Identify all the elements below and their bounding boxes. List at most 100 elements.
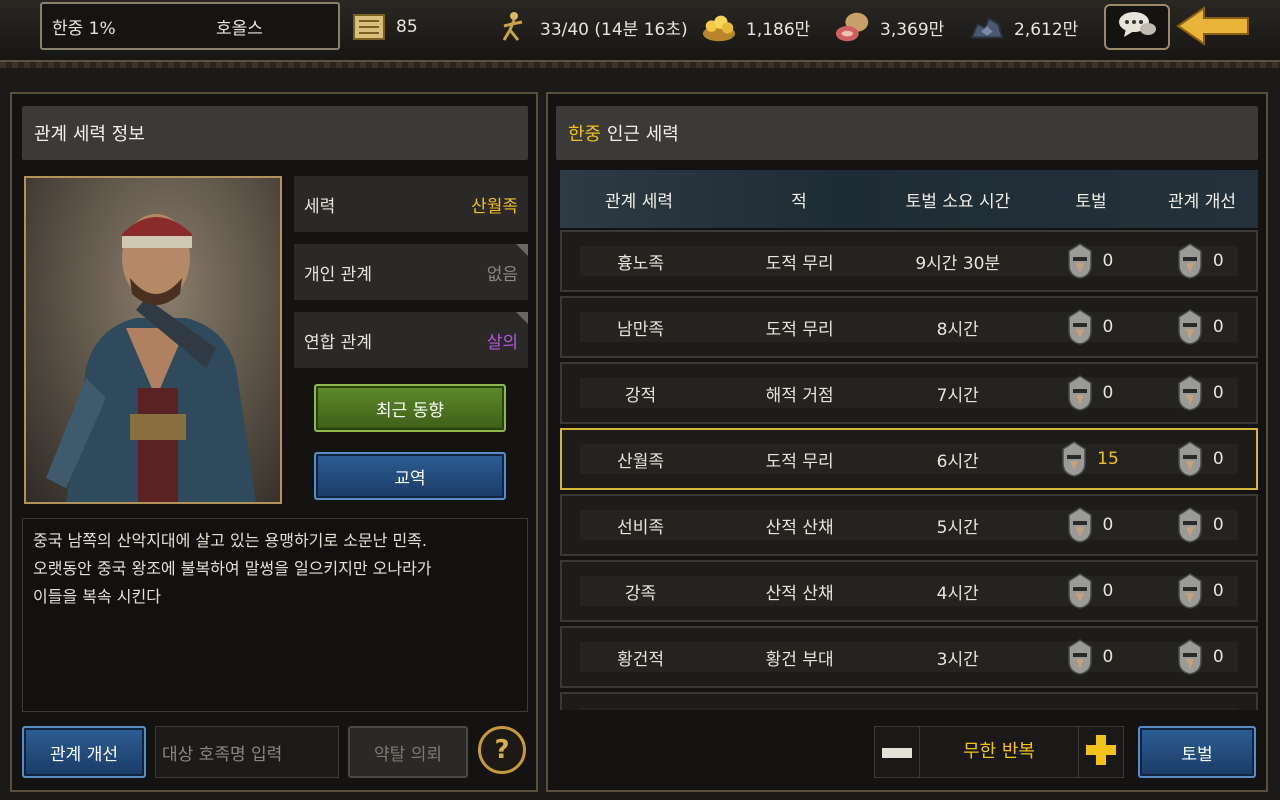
subjugate-count: 0 xyxy=(1102,647,1114,667)
row-improve: 0 xyxy=(1145,573,1256,609)
repeat-stepper: 무한 반복 xyxy=(874,726,1124,778)
helmet-icon xyxy=(1177,309,1203,345)
row-enemy: 도적 무리 xyxy=(765,253,834,274)
resource-food: 3,369만 xyxy=(834,10,944,44)
subjugate-count: 0 xyxy=(1102,383,1114,403)
helmet-icon xyxy=(1177,375,1203,411)
table-row[interactable]: 황건적 황건 부대 3시간 0 0 xyxy=(560,626,1258,688)
helmet-icon xyxy=(1067,639,1093,675)
helmet-icon xyxy=(1177,573,1203,609)
table-header: 관계 세력 적 토벌 소요 시간 토벌 관계 개선 xyxy=(560,170,1258,228)
row-enemy: 도적 무리 xyxy=(765,451,834,472)
info-value: 없음 xyxy=(486,264,518,285)
row-improve: 0 xyxy=(1145,639,1256,675)
improve-count: 0 xyxy=(1212,317,1224,337)
helmet-icon xyxy=(1177,639,1203,675)
increase-button[interactable] xyxy=(1079,727,1123,777)
info-label: 연합 관계 xyxy=(304,332,372,353)
chat-icon xyxy=(1116,9,1158,45)
faction-info-panel: 관계 세력 정보 세력 산월족 개인 관계 없음 연합 관계 살의 최근 동향 … xyxy=(10,92,538,792)
row-subjugate: 0 xyxy=(1035,375,1144,411)
row-subjugate: 0 xyxy=(1035,309,1144,345)
repeat-value: 무한 반복 xyxy=(919,727,1079,777)
row-improve: 0 xyxy=(1145,309,1256,345)
plunder-request-button[interactable]: 약탈 의뢰 xyxy=(348,726,468,778)
resource-value: 85 xyxy=(396,17,418,37)
subjugate-count: 0 xyxy=(1102,317,1114,337)
row-improve: 0 xyxy=(1145,243,1256,279)
header-faction: 관계 세력 xyxy=(605,191,673,212)
header-improve: 관계 개선 xyxy=(1168,191,1236,212)
table-row[interactable]: 선비족 산적 산채 5시간 0 0 xyxy=(560,494,1258,556)
nearby-factions-panel: 한중 인근 세력 관계 세력 적 토벌 소요 시간 토벌 관계 개선 흉노족 도… xyxy=(546,92,1268,792)
helmet-icon xyxy=(1177,243,1203,279)
trade-button[interactable]: 교역 xyxy=(314,452,506,500)
top-bar: 한중 1% 호올스 85 33/40 (14분 16초) 1,186만 3,36… xyxy=(0,0,1280,68)
resource-value: 2,612만 xyxy=(1014,19,1079,40)
row-time: 3시간 xyxy=(936,649,979,670)
row-faction: 선비족 xyxy=(617,517,664,538)
resource-value: 3,369만 xyxy=(880,19,945,40)
row-subjugate: 0 xyxy=(1035,639,1144,675)
gold-icon xyxy=(700,10,738,44)
improve-count: 0 xyxy=(1212,383,1224,403)
improve-count: 0 xyxy=(1212,449,1224,469)
panel-title: 관계 세력 정보 xyxy=(22,106,528,160)
subjugate-button[interactable]: 토벌 xyxy=(1138,726,1256,778)
improve-count: 0 xyxy=(1212,515,1224,535)
resource-gold: 1,186만 xyxy=(700,10,810,44)
iron-ore-icon xyxy=(968,10,1006,44)
row-enemy: 해적 거점 xyxy=(765,385,834,406)
back-button[interactable] xyxy=(1176,6,1252,46)
table-row[interactable]: 남만족 도적 무리 8시간 0 0 xyxy=(560,296,1258,358)
helmet-icon xyxy=(1061,441,1087,477)
corner-marker xyxy=(516,244,528,256)
personal-relation-row[interactable]: 개인 관계 없음 xyxy=(294,244,528,300)
resource-value: 1,186만 xyxy=(746,19,811,40)
improve-count: 0 xyxy=(1212,581,1224,601)
lord-name: 호올스 xyxy=(216,18,263,39)
row-improve: 0 xyxy=(1145,441,1256,477)
row-faction: 산월족 xyxy=(617,451,664,472)
recent-activity-button[interactable]: 최근 동향 xyxy=(314,384,506,432)
subjugate-count: 0 xyxy=(1102,581,1114,601)
table-row-selected[interactable]: 산월족 도적 무리 6시간 15 0 xyxy=(560,428,1258,490)
row-time: 8시간 xyxy=(936,319,979,340)
plus-icon xyxy=(1086,735,1116,769)
info-value: 산월족 xyxy=(471,196,518,217)
header-enemy: 적 xyxy=(791,191,807,212)
target-clan-input[interactable]: 대상 호족명 입력 xyxy=(155,726,339,778)
row-improve: 0 xyxy=(1145,375,1256,411)
row-faction: 강적 xyxy=(624,385,657,406)
help-button[interactable]: ? xyxy=(478,726,526,774)
helmet-icon xyxy=(1067,243,1093,279)
scroll-icon xyxy=(350,10,388,44)
row-faction: 흉노족 xyxy=(617,253,664,274)
city-info[interactable]: 한중 1% 호올스 xyxy=(40,2,340,50)
improve-count: 0 xyxy=(1212,251,1224,271)
row-time: 4시간 xyxy=(936,583,979,604)
alliance-relation-row[interactable]: 연합 관계 살의 xyxy=(294,312,528,368)
table-row-partial[interactable] xyxy=(560,692,1258,710)
row-enemy: 산적 산채 xyxy=(765,583,834,604)
row-improve: 0 xyxy=(1145,507,1256,543)
helmet-icon xyxy=(1067,375,1093,411)
table-row[interactable]: 강적 해적 거점 7시간 0 0 xyxy=(560,362,1258,424)
table-row[interactable]: 강족 산적 산채 4시간 0 0 xyxy=(560,560,1258,622)
subjugate-count: 0 xyxy=(1102,515,1114,535)
row-time: 7시간 xyxy=(936,385,979,406)
decrease-button[interactable] xyxy=(875,727,919,777)
chat-button[interactable] xyxy=(1104,4,1170,50)
faction-row: 세력 산월족 xyxy=(294,176,528,232)
question-icon: ? xyxy=(494,735,510,765)
improve-count: 0 xyxy=(1212,647,1224,667)
helmet-icon xyxy=(1067,507,1093,543)
panel-title: 한중 인근 세력 xyxy=(556,106,1258,160)
helmet-icon xyxy=(1177,507,1203,543)
row-faction: 남만족 xyxy=(617,319,664,340)
faction-table: 흉노족 도적 무리 9시간 30분 0 0 남만족 도적 무리 8시간 0 0 … xyxy=(560,230,1258,710)
improve-relation-button[interactable]: 관계 개선 xyxy=(22,726,146,778)
row-subjugate: 0 xyxy=(1035,573,1144,609)
table-row[interactable]: 흉노족 도적 무리 9시간 30분 0 0 xyxy=(560,230,1258,292)
row-faction: 황건적 xyxy=(617,649,664,670)
